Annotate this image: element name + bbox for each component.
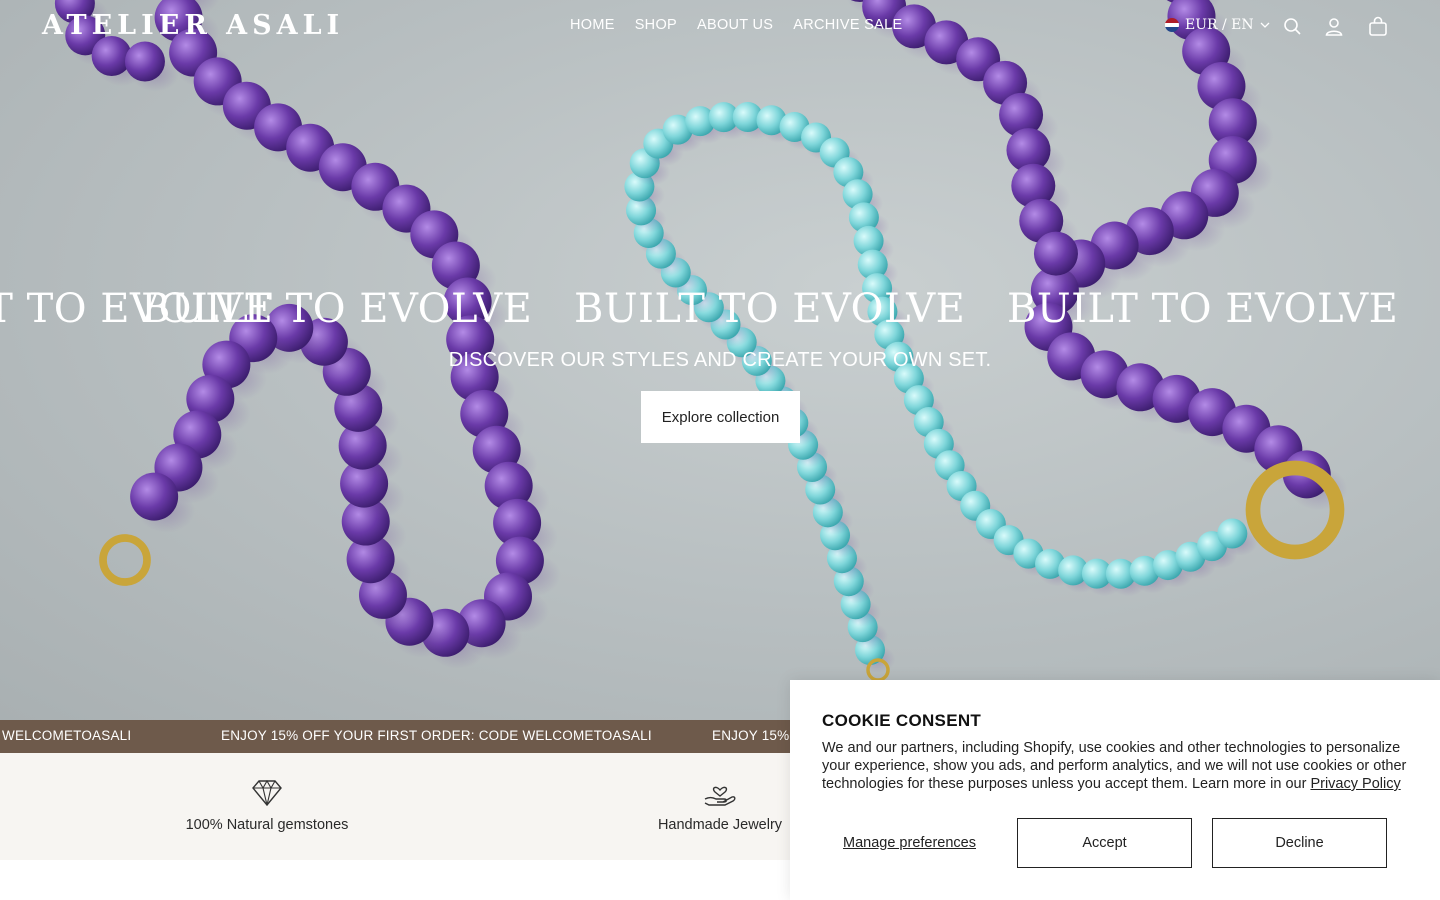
search-icon[interactable] (1282, 16, 1304, 38)
nav-home[interactable]: HOME (570, 17, 615, 33)
site-header: ATELIER ASALI HOME SHOP ABOUT US ARCHIVE… (0, 0, 1440, 54)
announcement-text: WELCOMETOASALI (2, 728, 132, 743)
hero-subtitle: DISCOVER OUR STYLES AND CREATE YOUR OWN … (448, 349, 992, 371)
netherlands-flag-icon (1165, 18, 1179, 32)
amethyst-bead (1033, 231, 1078, 276)
hero-section: ATELIER ASALI HOME SHOP ABOUT US ARCHIVE… (0, 0, 1440, 720)
cookie-body: We and our partners, including Shopify, … (822, 739, 1412, 793)
aquamarine-bead (1217, 518, 1248, 549)
cookie-consent-dialog: COOKIE CONSENT We and our partners, incl… (790, 680, 1440, 900)
gold-clasp (99, 534, 151, 586)
account-icon[interactable] (1323, 16, 1345, 38)
cookie-title: COOKIE CONSENT (822, 711, 982, 730)
locale-selector[interactable]: EUR / EN (1165, 17, 1270, 33)
site-logo[interactable]: ATELIER ASALI (42, 10, 344, 41)
hero-title: BUILT TO EVOLVE (574, 286, 966, 332)
hero-title: BUILT TO EVOLVE (141, 286, 533, 332)
nav-about-us[interactable]: ABOUT US (697, 17, 773, 33)
main-nav: HOME SHOP ABOUT US ARCHIVE SALE (570, 17, 902, 33)
hand-heart-icon (704, 786, 736, 806)
cart-icon[interactable] (1367, 16, 1389, 38)
accept-button[interactable]: Accept (1017, 818, 1192, 868)
nav-shop[interactable]: SHOP (635, 17, 677, 33)
nav-archive-sale[interactable]: ARCHIVE SALE (793, 17, 902, 33)
locale-label: EUR / EN (1185, 17, 1254, 33)
amethyst-bead (130, 472, 179, 521)
diamond-icon (252, 779, 282, 807)
chevron-down-icon (1260, 22, 1270, 28)
hero-title: BUILT TO EVOLVE (1007, 286, 1399, 332)
explore-collection-button[interactable]: Explore collection (641, 391, 800, 443)
feature-natural-gemstones: 100% Natural gemstones (117, 753, 417, 833)
manage-preferences-button[interactable]: Manage preferences (822, 818, 997, 868)
privacy-policy-link[interactable]: Privacy Policy (1310, 776, 1400, 792)
announcement-text: ENJOY 15% OFF YOUR FIRST ORDER: CODE WEL… (221, 728, 652, 743)
decline-button[interactable]: Decline (1212, 818, 1387, 868)
feature-label: 100% Natural gemstones (185, 817, 349, 833)
hero-title-marquee: BUILT TO EVOLVE BUILT TO EVOLVE BUILT TO… (0, 286, 1440, 346)
